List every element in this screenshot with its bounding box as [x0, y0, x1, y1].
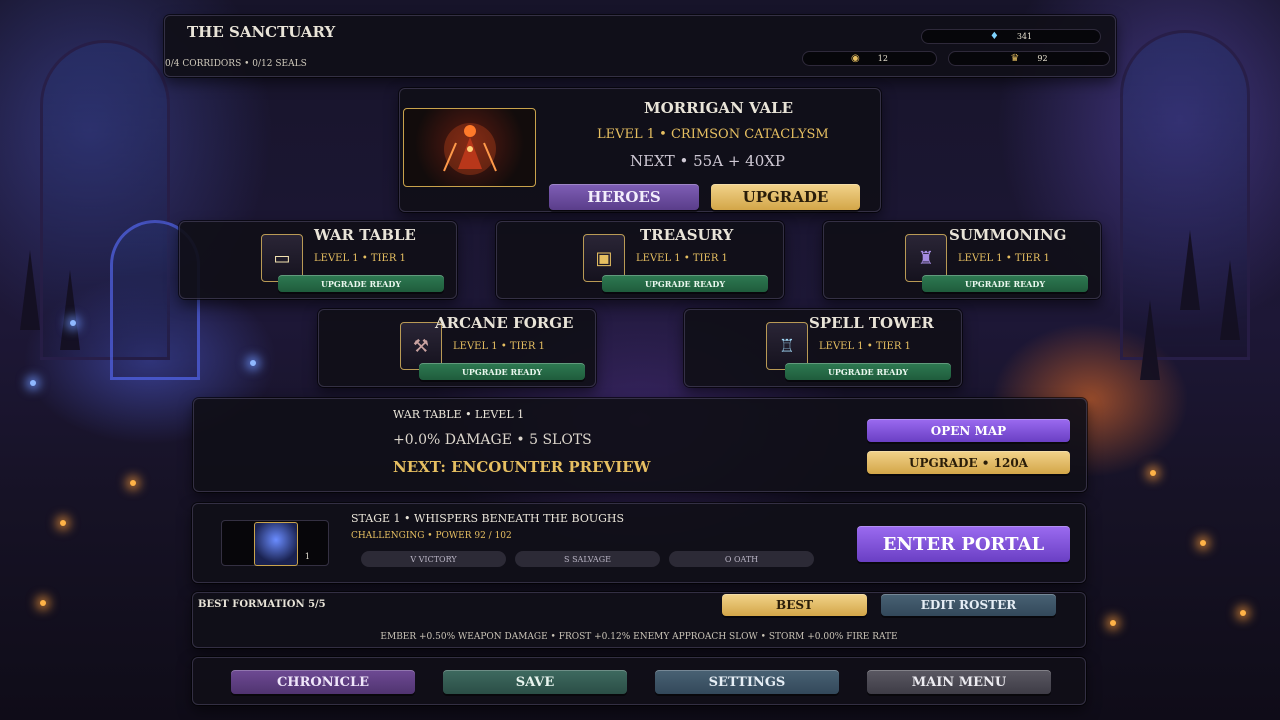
building-level: LEVEL 1 • TIER 1 [958, 253, 1050, 264]
info-title: WAR TABLE • LEVEL 1 [393, 408, 525, 421]
building-level: LEVEL 1 • TIER 1 [636, 253, 728, 264]
building-level: LEVEL 1 • TIER 1 [314, 253, 406, 264]
edit-roster-button[interactable]: EDIT ROSTER [881, 594, 1056, 616]
hero-card: MORRIGAN VALE LEVEL 1 • CRIMSON CATACLYS… [399, 88, 881, 212]
building-name: SPELL TOWER [809, 314, 934, 332]
portal-image [254, 522, 298, 566]
building-name: SUMMONING [949, 226, 1067, 244]
building-upgrade-button[interactable]: UPGRADE • 120A [867, 451, 1070, 474]
save-button[interactable]: SAVE [443, 670, 627, 694]
bottom-nav: CHRONICLE SAVE SETTINGS MAIN MENU [192, 657, 1086, 705]
hero-level: LEVEL 1 • CRIMSON CATACLYSM [597, 127, 829, 142]
chronicle-button[interactable]: CHRONICLE [231, 670, 415, 694]
hero-portrait [403, 108, 536, 187]
crystal-value: 341 [1016, 32, 1033, 41]
building-name: WAR TABLE [314, 226, 416, 244]
gem-bag-icon: ◉ [851, 53, 860, 64]
top-bar: THE SANCTUARY 0/4 CORRIDORS • 0/12 SEALS… [164, 15, 1116, 77]
hero-name: MORRIGAN VALE [644, 99, 794, 117]
upgrade-ready-button[interactable]: UPGRADE READY [278, 275, 444, 292]
stage-difficulty: CHALLENGING • POWER 92 / 102 [351, 531, 512, 541]
building-level: LEVEL 1 • TIER 1 [453, 341, 545, 352]
building-card-treasury[interactable]: ▣ TREASURY LEVEL 1 • TIER 1 UPGRADE READ… [496, 221, 784, 299]
building-card-summoning[interactable]: ♜ SUMMONING LEVEL 1 • TIER 1 UPGRADE REA… [823, 221, 1101, 299]
stage-number: 1 [304, 552, 310, 561]
info-stats: +0.0% DAMAGE • 5 SLOTS [393, 432, 592, 448]
hero-next-cost: NEXT • 55A + 40XP [630, 152, 786, 170]
upgrade-ready-button[interactable]: UPGRADE READY [419, 363, 585, 380]
trophy-counter: ♛ 92 [948, 51, 1110, 66]
upgrade-ready-button[interactable]: UPGRADE READY [922, 275, 1088, 292]
gem-bag-counter: ◉ 12 [802, 51, 937, 66]
settings-button[interactable]: SETTINGS [655, 670, 839, 694]
corridor-progress: 0/4 CORRIDORS • 0/12 SEALS [165, 59, 307, 69]
info-next-unlock: NEXT: ENCOUNTER PREVIEW [393, 458, 651, 476]
building-card-spell-tower[interactable]: ♖ SPELL TOWER LEVEL 1 • TIER 1 UPGRADE R… [684, 309, 962, 387]
crystal-icon: ♦ [989, 31, 999, 42]
formation-bonuses: EMBER +0.50% WEAPON DAMAGE • FROST +0.12… [380, 632, 898, 642]
victory-chip: V VICTORY [361, 551, 506, 567]
gem-bag-value: 12 [877, 54, 888, 63]
formation-title: BEST FORMATION 5/5 [198, 599, 326, 610]
upgrade-ready-button[interactable]: UPGRADE READY [785, 363, 951, 380]
open-map-button[interactable]: OPEN MAP [867, 419, 1070, 442]
building-level: LEVEL 1 • TIER 1 [819, 341, 911, 352]
salvage-chip: S SALVAGE [515, 551, 660, 567]
formation-panel: BEST FORMATION 5/5 BEST EDIT ROSTER EMBE… [192, 592, 1086, 648]
main-menu-button[interactable]: MAIN MENU [867, 670, 1051, 694]
sanctuary-title: THE SANCTUARY [187, 23, 336, 41]
stage-thumbnail: 1 [221, 520, 329, 566]
building-info-panel: WAR TABLE • LEVEL 1 +0.0% DAMAGE • 5 SLO… [193, 398, 1087, 492]
oath-chip: O OATH [669, 551, 814, 567]
building-name: ARCANE FORGE [435, 314, 574, 332]
crystal-counter: ♦ 341 [921, 29, 1101, 44]
stage-panel: 1 STAGE 1 • WHISPERS BENEATH THE BOUGHS … [192, 503, 1086, 583]
stage-title: STAGE 1 • WHISPERS BENEATH THE BOUGHS [351, 512, 625, 525]
building-card-war-table[interactable]: ▭ WAR TABLE LEVEL 1 • TIER 1 UPGRADE REA… [179, 221, 457, 299]
trophy-icon: ♛ [1010, 53, 1020, 64]
best-formation-button[interactable]: BEST [722, 594, 867, 616]
trophy-value: 92 [1037, 54, 1048, 63]
building-name: TREASURY [640, 226, 734, 244]
hero-upgrade-button[interactable]: UPGRADE [711, 184, 860, 210]
building-card-arcane-forge[interactable]: ⚒ ARCANE FORGE LEVEL 1 • TIER 1 UPGRADE … [318, 309, 596, 387]
heroes-button[interactable]: HEROES [549, 184, 699, 210]
enter-portal-button[interactable]: ENTER PORTAL [857, 526, 1070, 562]
upgrade-ready-button[interactable]: UPGRADE READY [602, 275, 768, 292]
